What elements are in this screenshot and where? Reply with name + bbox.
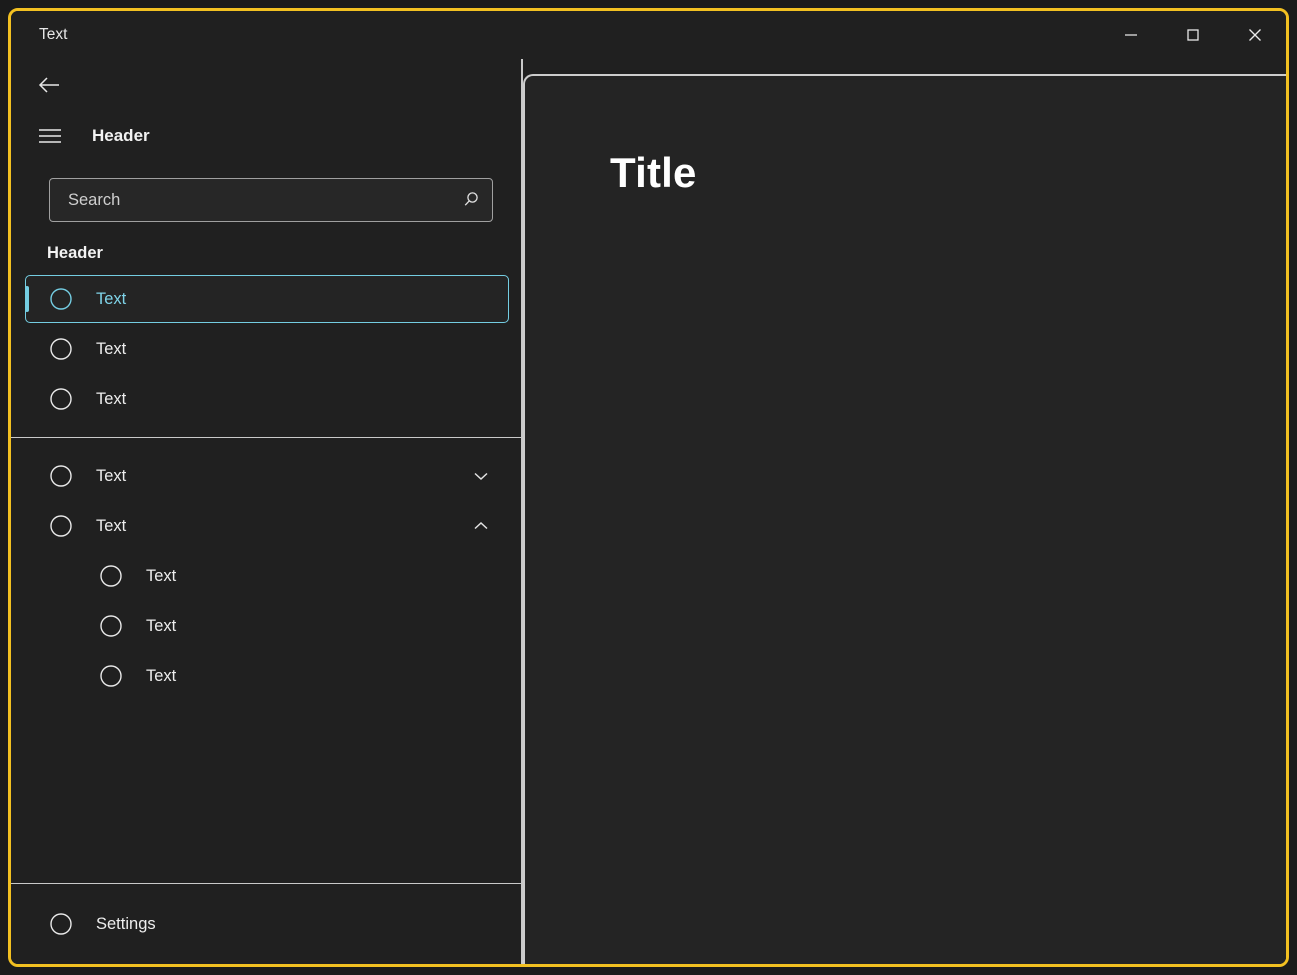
nav-item-label: Text [96, 389, 127, 408]
window-title: Text [39, 26, 68, 43]
chevron-up-icon[interactable] [460, 516, 502, 536]
nav-item-label: Text [96, 466, 127, 485]
nav-footer: Settings [11, 883, 521, 964]
selection-indicator [25, 286, 29, 312]
circle-icon [98, 563, 124, 589]
close-button[interactable] [1224, 11, 1286, 59]
nav-item-text-3[interactable]: Text [25, 375, 509, 423]
search-box[interactable] [49, 178, 493, 222]
maximize-button[interactable] [1162, 11, 1224, 59]
nav-item-label: Text [96, 516, 127, 535]
nav-item-label: Text [96, 339, 127, 358]
nav-list: Header Text Text Text Text Text Text Tex… [11, 222, 521, 883]
nav-divider [11, 437, 521, 438]
nav-item-text-1[interactable]: Text [25, 275, 509, 323]
nav-subitem-label: Text [146, 566, 177, 585]
nav-subitem-label: Text [146, 666, 177, 685]
content-surface: Title [523, 74, 1286, 964]
title-bar: Text [11, 11, 1286, 59]
nav-item-label: Text [96, 289, 127, 308]
window-body: Header Header [11, 59, 1286, 964]
hamburger-menu-icon[interactable] [28, 117, 72, 155]
content-pane: Title [523, 59, 1286, 964]
nav-item-settings[interactable]: Settings [25, 900, 509, 948]
menu-row: Header [11, 111, 521, 161]
circle-icon [48, 386, 74, 412]
nav-group-header: Header [47, 244, 103, 262]
nav-pane-header: Header [92, 126, 150, 145]
circle-icon [98, 613, 124, 639]
back-arrow-icon[interactable] [28, 66, 72, 104]
search-icon[interactable] [450, 190, 492, 210]
minimize-button[interactable] [1100, 11, 1162, 59]
circle-icon [48, 336, 74, 362]
page-title: Title [610, 149, 697, 196]
app-window: Text Header Search Header Text Text Text… [8, 8, 1289, 967]
circle-icon [48, 463, 74, 489]
circle-icon [48, 911, 74, 937]
search-input[interactable] [50, 190, 450, 210]
circle-icon [48, 513, 74, 539]
nav-subitem-label: Text [146, 616, 177, 635]
nav-subitem-text-2[interactable]: Text [25, 602, 509, 650]
nav-subitem-text-3[interactable]: Text [25, 652, 509, 700]
navigation-pane: Header Header [11, 59, 523, 964]
circle-icon [98, 663, 124, 689]
nav-item-settings-label: Settings [96, 914, 156, 933]
nav-item-expandable-2[interactable]: Text [25, 502, 509, 550]
chevron-down-icon[interactable] [460, 466, 502, 486]
nav-item-text-2[interactable]: Text [25, 325, 509, 373]
circle-icon [48, 286, 74, 312]
nav-item-expandable-1[interactable]: Text [25, 452, 509, 500]
back-row [11, 59, 521, 111]
nav-subitem-text-1[interactable]: Text [25, 552, 509, 600]
